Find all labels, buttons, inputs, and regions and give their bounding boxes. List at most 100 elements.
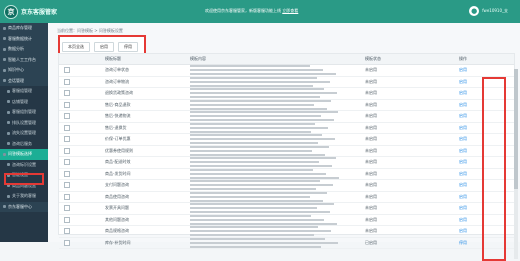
header-title: 模板标题 — [105, 56, 121, 61]
row-checkbox[interactable] — [64, 193, 70, 200]
sidebar-item-13[interactable]: 咨询标识设置 — [0, 160, 48, 171]
row-checkbox[interactable] — [64, 239, 70, 246]
user-info[interactable]: ● fwe10910_支 — [469, 6, 508, 16]
disable-button[interactable]: 停用 — [118, 41, 138, 52]
content-text-line — [190, 180, 320, 183]
row-status: 未启用 — [365, 182, 377, 188]
content-text-line — [190, 172, 326, 175]
menu-icon — [7, 131, 10, 135]
menu-icon — [3, 47, 6, 51]
row-status: 未启用 — [365, 147, 377, 153]
row-status: 未启用 — [365, 228, 377, 234]
user-name[interactable]: fwe10910_支 — [482, 8, 508, 14]
content-text-line — [190, 203, 334, 206]
row-checkbox[interactable] — [64, 170, 70, 177]
row-checkbox[interactable] — [64, 113, 70, 120]
row-checkbox[interactable] — [64, 136, 70, 143]
content-text-line — [190, 149, 312, 152]
sidebar: 商品库存管理 客服数据统计数据分析 智能人工工作台知识中心 会话管理 客服组管理 店铺管理… — [0, 23, 48, 242]
row-status: 未启用 — [365, 90, 377, 96]
row-title: 其他问题咨询 — [105, 216, 129, 222]
row-content — [190, 87, 365, 99]
avatar[interactable]: ● — [469, 6, 480, 16]
sidebar-item-2[interactable]: 数据分析 — [0, 44, 48, 55]
sidebar-item-6[interactable]: 客服组管理 — [0, 86, 48, 97]
sidebar-item-label: 客服组别管理 — [12, 109, 36, 115]
row-content — [190, 156, 365, 168]
row-status: 未启用 — [365, 136, 377, 142]
sidebar-item-9[interactable]: 排队设置管理 — [0, 118, 48, 129]
sidebar-item-12[interactable]: 问答模板选择 — [0, 149, 48, 160]
row-checkbox-cell — [59, 228, 75, 235]
sidebar-item-10[interactable]: 流失设置管理 — [0, 128, 48, 139]
select-all-button[interactable]: 本页全选 — [62, 41, 90, 52]
content-text-line — [190, 99, 331, 102]
sidebar-item-0[interactable]: 商品库存管理 — [0, 23, 48, 34]
content-text-line — [190, 76, 317, 79]
row-checkbox[interactable] — [64, 90, 70, 97]
sidebar-item-16[interactable]: 关于我的客服 — [0, 191, 48, 202]
row-content — [190, 76, 365, 88]
sidebar-item-7[interactable]: 店铺管理 — [0, 97, 48, 108]
row-status: 未启用 — [365, 101, 377, 107]
sidebar-item-label: 咨询标识设置 — [12, 161, 36, 167]
notice-message: 欢迎使用京东客服管家，新版客服功能上线 — [205, 8, 281, 13]
row-checkbox-cell — [59, 170, 75, 177]
row-checkbox[interactable] — [64, 147, 70, 154]
row-checkbox[interactable] — [64, 216, 70, 223]
content-text-line — [190, 122, 315, 125]
sidebar-item-1[interactable]: 客服数据统计 — [0, 33, 48, 44]
sidebar-item-17[interactable]: 京东客服中心 — [0, 201, 48, 212]
sidebar-item-3[interactable]: 智能人工工作台 — [0, 54, 48, 65]
row-title: 商品使用咨询 — [105, 193, 129, 199]
sidebar-item-11[interactable]: 咨询后服务 — [0, 139, 48, 150]
row-status: 未启用 — [365, 67, 377, 73]
row-checkbox[interactable] — [64, 67, 70, 74]
menu-icon — [7, 142, 10, 146]
row-checkbox[interactable] — [64, 182, 70, 189]
sidebar-item-label: 智能人工工作台 — [8, 56, 36, 62]
sidebar-item-4[interactable]: 知识中心 — [0, 65, 48, 76]
row-checkbox[interactable] — [64, 228, 70, 235]
content-text-line — [190, 168, 313, 171]
row-content — [190, 110, 365, 122]
row-content — [190, 179, 365, 191]
row-operation-link[interactable]: 启用 — [430, 67, 496, 73]
row-content — [190, 237, 365, 249]
content-text-line — [190, 214, 311, 217]
row-title: 商品规格咨询 — [105, 228, 129, 234]
scrollbar-thumb[interactable] — [514, 69, 518, 189]
row-checkbox[interactable] — [64, 78, 70, 85]
row-title: 优惠券使用规则 — [105, 147, 133, 153]
notice-link[interactable]: 立即查看 — [282, 8, 298, 13]
row-status: 未启用 — [365, 193, 377, 199]
menu-icon — [3, 37, 6, 41]
row-title: 价保-订单优惠 — [105, 136, 131, 142]
sidebar-item-5[interactable]: 会话管理 — [0, 75, 48, 86]
scrollbar[interactable] — [514, 69, 518, 259]
row-checkbox[interactable] — [64, 159, 70, 166]
content-text-line — [190, 80, 330, 83]
row-title: 售后-快递物流 — [105, 113, 131, 119]
row-checkbox-cell — [59, 113, 75, 120]
sidebar-highlight-box — [4, 173, 44, 185]
row-checkbox-cell — [59, 136, 75, 143]
sidebar-item-label: 客服数据统计 — [8, 35, 32, 41]
sidebar-item-8[interactable]: 客服组别管理 — [0, 107, 48, 118]
row-content — [190, 191, 365, 203]
sidebar-item-label: 排队设置管理 — [12, 119, 36, 125]
template-table: 模板标题 模板内容 模板状态 操作 咨询订单状态 未启用 启用 咨询订单物流 未启用 启用… — [58, 53, 515, 249]
row-checkbox[interactable] — [64, 124, 70, 131]
row-checkbox[interactable] — [64, 101, 70, 108]
row-status: 未启用 — [365, 216, 377, 222]
row-checkbox-cell — [59, 205, 75, 212]
row-checkbox[interactable] — [64, 205, 70, 212]
menu-icon — [7, 163, 10, 167]
sidebar-item-label: 关于我的客服 — [12, 193, 36, 199]
content-text-line — [190, 92, 337, 95]
row-content — [190, 214, 365, 226]
row-content — [190, 122, 365, 134]
enable-button[interactable]: 启用 — [94, 41, 114, 52]
row-title: 商品-发货时间 — [105, 170, 131, 176]
header-content: 模板内容 — [190, 56, 206, 61]
